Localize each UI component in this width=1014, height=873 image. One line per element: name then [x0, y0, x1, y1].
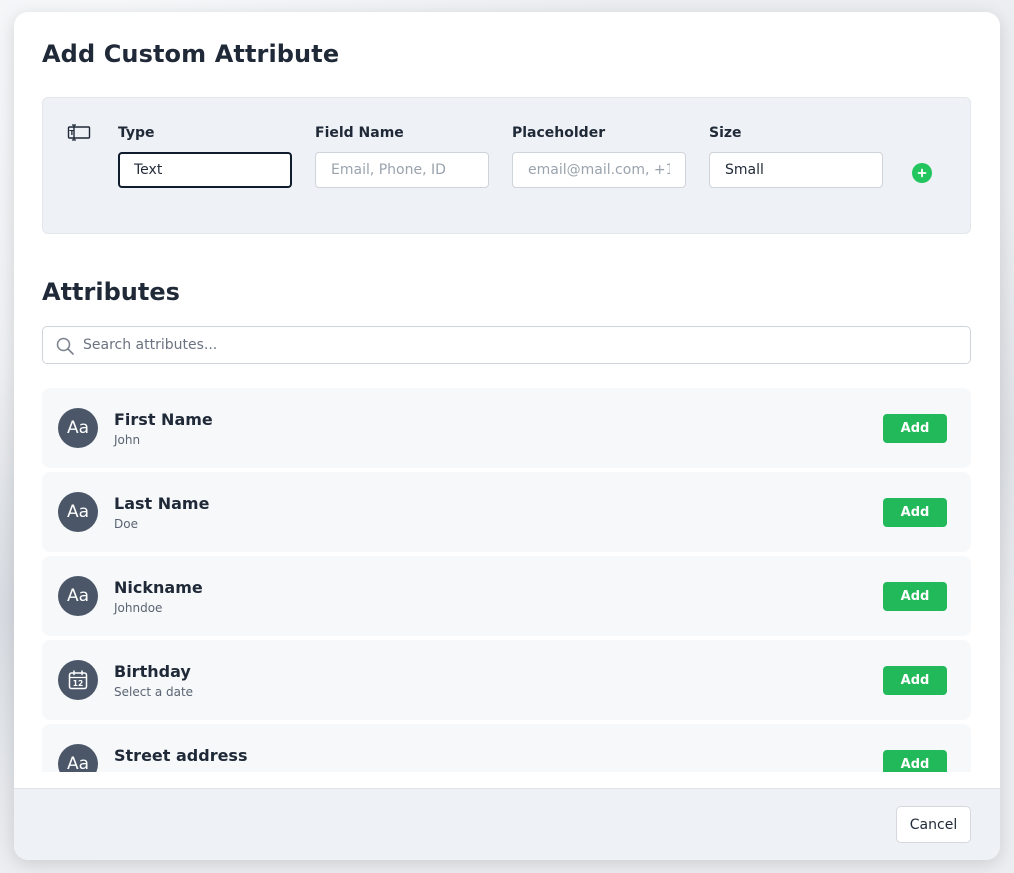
add-button[interactable]: Add — [883, 750, 947, 772]
attribute-name: First Name — [114, 410, 213, 429]
list-item: Aa First Name John Add — [42, 388, 971, 468]
placeholder-field-group: Placeholder — [512, 125, 686, 188]
attribute-name: Last Name — [114, 494, 210, 513]
custom-attribute-panel: T Type Field Name Placeholder Size — [42, 97, 971, 234]
add-button[interactable]: Add — [883, 414, 947, 443]
add-button[interactable]: Add — [883, 666, 947, 695]
text-icon: Aa — [58, 492, 98, 532]
field-name-input[interactable] — [315, 152, 489, 188]
type-field-group: Type — [118, 125, 292, 188]
list-item: Aa Last Name Doe Add — [42, 472, 971, 552]
placeholder-input[interactable] — [512, 152, 686, 188]
list-item: 12 Birthday Select a date Add — [42, 640, 971, 720]
search-input[interactable] — [83, 327, 963, 363]
attribute-name: Nickname — [114, 578, 203, 597]
modal-footer: Cancel — [14, 788, 1000, 860]
attribute-example: Doe — [114, 517, 138, 531]
type-label: Type — [118, 125, 155, 141]
placeholder-label: Placeholder — [512, 125, 606, 141]
attributes-title: Attributes — [42, 278, 180, 306]
attribute-name: Birthday — [114, 662, 191, 681]
type-input[interactable] — [118, 152, 292, 188]
calendar-icon-svg: 12 — [68, 670, 88, 690]
attribute-example: Select a date — [114, 685, 194, 699]
text-icon: Aa — [58, 744, 98, 772]
search-box — [42, 326, 971, 364]
attribute-example: Johndoe — [114, 601, 163, 615]
add-button[interactable]: Add — [883, 498, 947, 527]
list-item: Aa Street address Add — [42, 724, 971, 772]
field-name-field-group: Field Name — [315, 125, 489, 188]
calendar-icon: 12 — [58, 660, 98, 700]
list-item: Aa Nickname Johndoe Add — [42, 556, 971, 636]
size-input[interactable] — [709, 152, 883, 188]
attribute-example: John — [114, 433, 141, 447]
text-icon: Aa — [58, 576, 98, 616]
size-label: Size — [709, 125, 742, 141]
modal-title: Add Custom Attribute — [42, 40, 340, 68]
plus-icon — [917, 168, 927, 178]
svg-text:T: T — [70, 129, 75, 137]
attribute-name: Street address — [114, 746, 248, 765]
attributes-list[interactable]: Aa First Name John Add Aa Last Name Doe … — [42, 388, 971, 772]
field-name-label: Field Name — [315, 125, 404, 141]
add-button[interactable]: Add — [883, 582, 947, 611]
text-icon: Aa — [58, 408, 98, 448]
text-field-icon: T — [67, 124, 91, 141]
add-custom-attribute-modal: Add Custom Attribute T Type Field Name P… — [14, 12, 1000, 860]
calendar-day: 12 — [73, 679, 83, 688]
add-attribute-plus-button[interactable] — [912, 163, 932, 183]
cancel-button[interactable]: Cancel — [896, 806, 971, 843]
size-field-group: Size — [709, 125, 883, 188]
search-icon — [56, 337, 74, 355]
